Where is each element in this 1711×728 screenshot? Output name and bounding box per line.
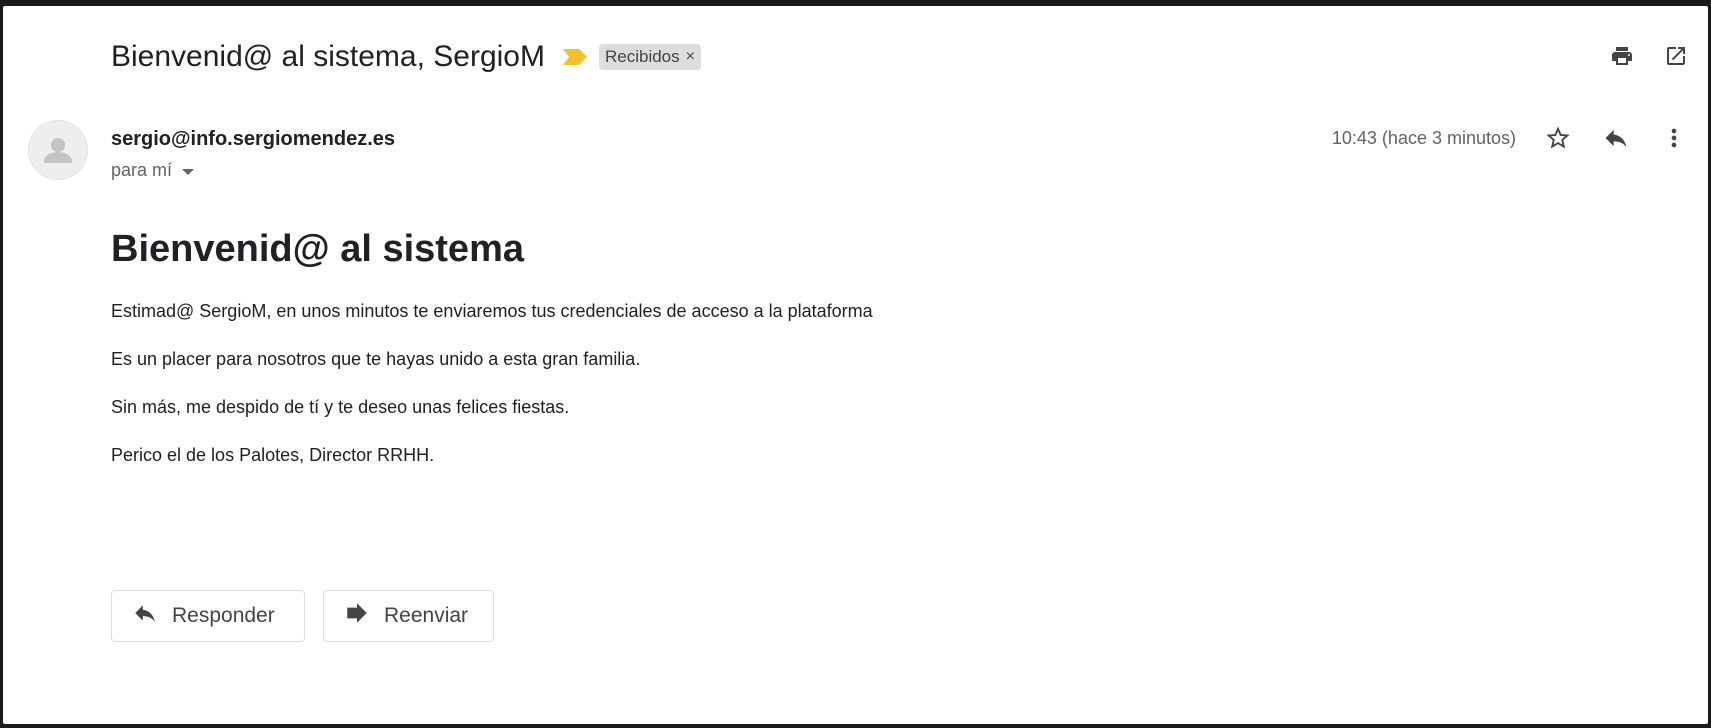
reply-actions: Responder Reenviar xyxy=(111,590,494,642)
sender-address[interactable]: sergio@info.sergiomendez.es xyxy=(111,128,395,151)
open-in-new-window-icon[interactable] xyxy=(1662,42,1690,70)
message-meta: 10:43 (hace 3 minutos) xyxy=(1332,124,1688,152)
reply-icon[interactable] xyxy=(1602,124,1630,152)
remove-label-button[interactable]: × xyxy=(686,48,695,66)
body-paragraph: Sin más, me despido de tí y te deseo una… xyxy=(111,397,570,417)
label-chip: Recibidos × xyxy=(598,44,701,70)
email-view: Bienvenid@ al sistema, SergioM Recibidos… xyxy=(3,6,1708,724)
body-heading: Bienvenid@ al sistema xyxy=(111,228,524,270)
print-icon[interactable] xyxy=(1608,42,1636,70)
importance-marker-icon[interactable] xyxy=(562,49,587,65)
sender-avatar[interactable] xyxy=(28,120,88,180)
label-chip-text: Recibidos xyxy=(604,47,680,66)
star-icon[interactable] xyxy=(1544,124,1572,152)
recipients-text: para mí xyxy=(111,160,173,180)
message-timestamp: 10:43 (hace 3 minutos) xyxy=(1331,127,1516,148)
body-paragraph: Estimad@ SergioM, en unos minutos te env… xyxy=(111,301,873,321)
email-body: Bienvenid@ al sistema Estimad@ SergioM, … xyxy=(111,228,873,493)
email-subject: Bienvenid@ al sistema, SergioM xyxy=(111,40,545,73)
recipients-line: para mí xyxy=(111,160,195,181)
reply-button[interactable]: Responder xyxy=(111,590,305,642)
forward-button[interactable]: Reenviar xyxy=(323,590,494,642)
forward-icon xyxy=(344,600,370,632)
more-vert-icon[interactable] xyxy=(1660,124,1688,152)
body-paragraph: Es un placer para nosotros que te hayas … xyxy=(111,349,641,369)
body-signature: Perico el de los Palotes, Director RRHH. xyxy=(111,445,435,465)
recipients-details-dropdown-icon[interactable] xyxy=(182,168,195,175)
forward-button-label: Reenviar xyxy=(384,604,469,627)
top-actions xyxy=(1608,42,1690,70)
reply-button-label: Responder xyxy=(172,604,275,627)
reply-icon xyxy=(132,600,158,632)
subject-row: Bienvenid@ al sistema, SergioM Recibidos… xyxy=(111,40,701,74)
